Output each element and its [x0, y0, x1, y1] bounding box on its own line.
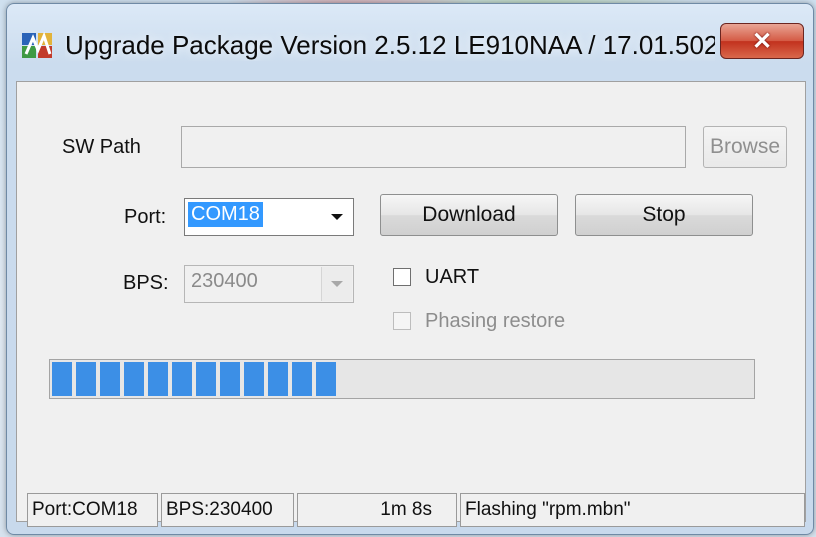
chevron-down-icon[interactable] — [322, 200, 352, 234]
uart-label: UART — [425, 266, 480, 288]
progress-segment — [196, 362, 216, 396]
progress-segment — [316, 362, 336, 396]
progress-segment — [148, 362, 168, 396]
port-value: COM18 — [188, 202, 263, 227]
stop-button[interactable]: Stop — [575, 194, 753, 236]
progress-segment — [76, 362, 96, 396]
status-message: Flashing "rpm.mbn" — [460, 493, 805, 527]
status-port: Port:COM18 — [27, 493, 158, 527]
download-button[interactable]: Download — [380, 194, 558, 236]
progress-segment — [52, 362, 72, 396]
dialog-client-area: SW Path Browse Port: COM18 Download Stop… — [16, 81, 806, 522]
phasing-restore-checkbox[interactable] — [393, 312, 411, 330]
upgrade-window: Upgrade Package Version 2.5.12 LE910NAA … — [6, 3, 814, 535]
browse-button[interactable]: Browse — [703, 126, 787, 168]
bps-value: 230400 — [191, 270, 258, 292]
progress-segment — [292, 362, 312, 396]
progress-fill — [52, 362, 336, 396]
bps-dropdown[interactable]: 230400 — [184, 265, 354, 303]
sw-path-input[interactable] — [181, 126, 686, 168]
close-icon: ✕ — [751, 27, 773, 55]
uart-checkbox[interactable] — [393, 268, 411, 286]
progress-segment — [100, 362, 120, 396]
status-elapsed-time: 1m 8s — [297, 493, 457, 527]
sw-path-label: SW Path — [62, 136, 141, 158]
progress-segment — [268, 362, 288, 396]
status-bar: Port:COM18 BPS:230400 1m 8s Flashing "rp… — [27, 493, 805, 527]
progress-segment — [172, 362, 192, 396]
port-label: Port: — [124, 206, 167, 228]
progress-segment — [220, 362, 240, 396]
title-bar[interactable]: Upgrade Package Version 2.5.12 LE910NAA … — [7, 4, 813, 70]
phasing-restore-label: Phasing restore — [425, 310, 566, 332]
progress-segment — [124, 362, 144, 396]
progress-segment — [244, 362, 264, 396]
progress-bar — [49, 359, 755, 399]
chevron-down-icon[interactable] — [321, 267, 352, 301]
close-button[interactable]: ✕ — [720, 23, 804, 59]
port-dropdown[interactable]: COM18 — [184, 198, 354, 236]
app-icon — [21, 30, 55, 60]
window-title: Upgrade Package Version 2.5.12 LE910NAA … — [65, 30, 715, 60]
bps-label: BPS: — [123, 272, 169, 294]
status-bps: BPS:230400 — [161, 493, 294, 527]
